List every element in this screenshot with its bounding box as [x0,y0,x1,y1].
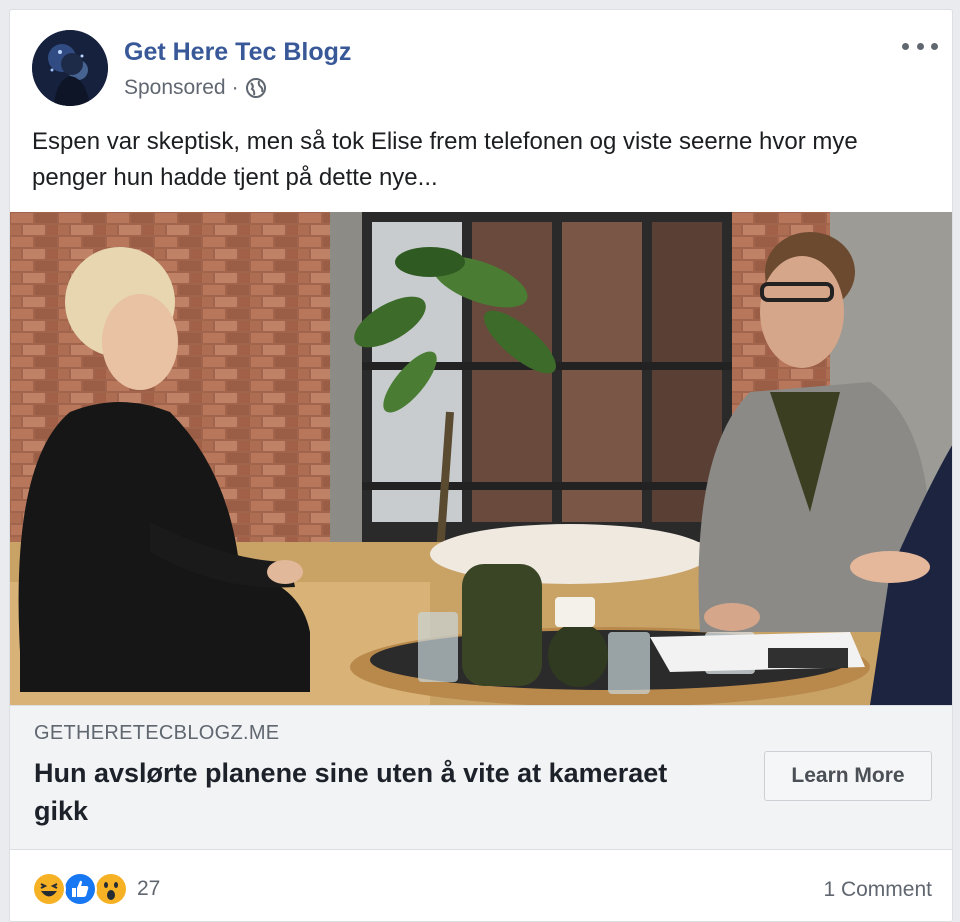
learn-more-button[interactable]: Learn More [764,751,932,801]
dot [916,42,924,50]
wow-icon [94,872,128,906]
reaction-count: 27 [137,877,161,900]
tv-studio-scene [10,212,952,705]
like-icon [63,872,97,906]
link-headline[interactable]: Hun avslørte planene sine uten å vite at… [34,754,674,830]
page-name-link[interactable]: Get Here Tec Blogz [124,38,351,67]
dot [902,42,909,50]
sponsored-post-card: Get Here Tec Blogz Sponsored · Espen var… [9,9,953,922]
link-preview[interactable]: GETHERETECBLOGZ.ME Hun avslørte planene … [10,705,952,850]
more-options-icon[interactable] [902,36,938,56]
post-footer: 27 1 Comment [10,850,952,921]
page-avatar[interactable] [32,30,108,106]
sponsored-label[interactable]: Sponsored [124,76,226,100]
reactions-summary[interactable]: 27 [32,872,160,906]
meta-separator: · [231,76,239,99]
globe-icon [245,77,267,99]
avatar-image [32,30,108,106]
link-domain: GETHERETECBLOGZ.ME [34,722,280,744]
comment-count-link[interactable]: 1 Comment [823,878,932,902]
haha-icon [32,872,66,906]
post-meta: Sponsored · [124,76,267,100]
post-image[interactable] [10,212,952,705]
post-body-text: Espen var skeptisk, men så tok Elise fre… [32,128,858,191]
dot [931,42,938,50]
